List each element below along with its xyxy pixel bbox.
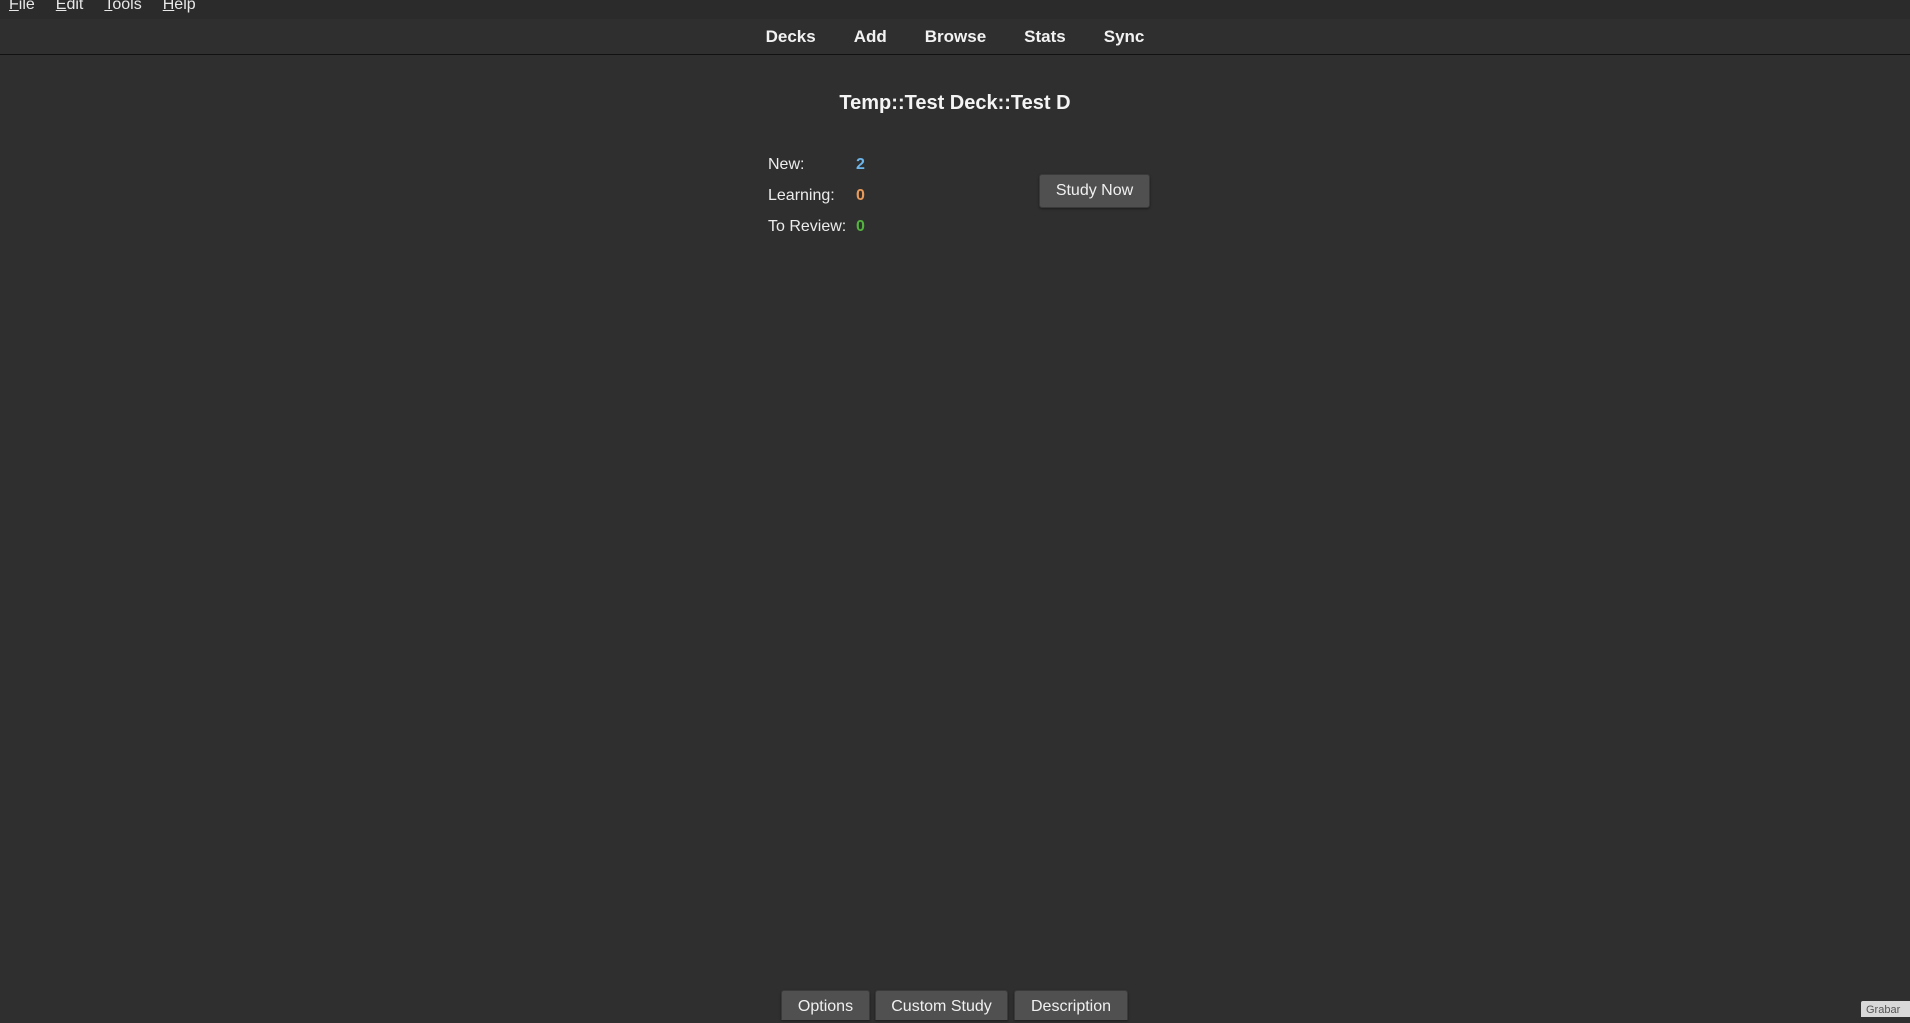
menu-file-mnemonic: F <box>9 0 19 13</box>
menu-edit-mnemonic: E <box>56 0 67 13</box>
learning-count-label: Learning: <box>768 187 856 205</box>
menu-edit-label: dit <box>66 0 83 13</box>
toolbar-decks-link[interactable]: Decks <box>747 27 835 47</box>
new-count-value: 2 <box>856 156 865 174</box>
deck-counts: New: 2 Learning: 0 To Review: 0 <box>768 149 865 242</box>
menu-file[interactable]: File <box>9 0 35 12</box>
bottom-bar: Options Custom Study Description <box>0 990 1910 1017</box>
options-button[interactable]: Options <box>781 990 870 1020</box>
review-count-label: To Review: <box>768 218 856 236</box>
menu-tools-label: ools <box>112 0 141 13</box>
toolbar-links: Decks Add Browse Stats Sync <box>747 27 1164 47</box>
menu-help-label: elp <box>174 0 195 13</box>
toolbar-sync-link[interactable]: Sync <box>1085 27 1164 47</box>
menu-file-label: ile <box>19 0 35 13</box>
study-now-button[interactable]: Study Now <box>1039 174 1150 208</box>
menu-bar: File Edit Tools Help <box>0 0 1910 19</box>
menu-help[interactable]: Help <box>163 0 196 12</box>
resize-grabber[interactable]: Grabar <box>1861 1001 1910 1017</box>
review-count-value: 0 <box>856 218 865 236</box>
toolbar-stats-link[interactable]: Stats <box>1005 27 1085 47</box>
custom-study-button[interactable]: Custom Study <box>875 990 1008 1020</box>
top-toolbar: Decks Add Browse Stats Sync <box>0 19 1910 55</box>
deck-title: Temp::Test Deck::Test D <box>0 92 1910 115</box>
review-count-row: To Review: 0 <box>768 211 865 242</box>
menu-tools[interactable]: Tools <box>104 0 141 12</box>
new-count-row: New: 2 <box>768 149 865 180</box>
description-button[interactable]: Description <box>1014 990 1128 1020</box>
menu-help-mnemonic: H <box>163 0 175 13</box>
learning-count-row: Learning: 0 <box>768 180 865 211</box>
menu-edit[interactable]: Edit <box>56 0 84 12</box>
toolbar-browse-link[interactable]: Browse <box>906 27 1005 47</box>
toolbar-add-link[interactable]: Add <box>835 27 906 47</box>
learning-count-value: 0 <box>856 187 865 205</box>
new-count-label: New: <box>768 156 856 174</box>
